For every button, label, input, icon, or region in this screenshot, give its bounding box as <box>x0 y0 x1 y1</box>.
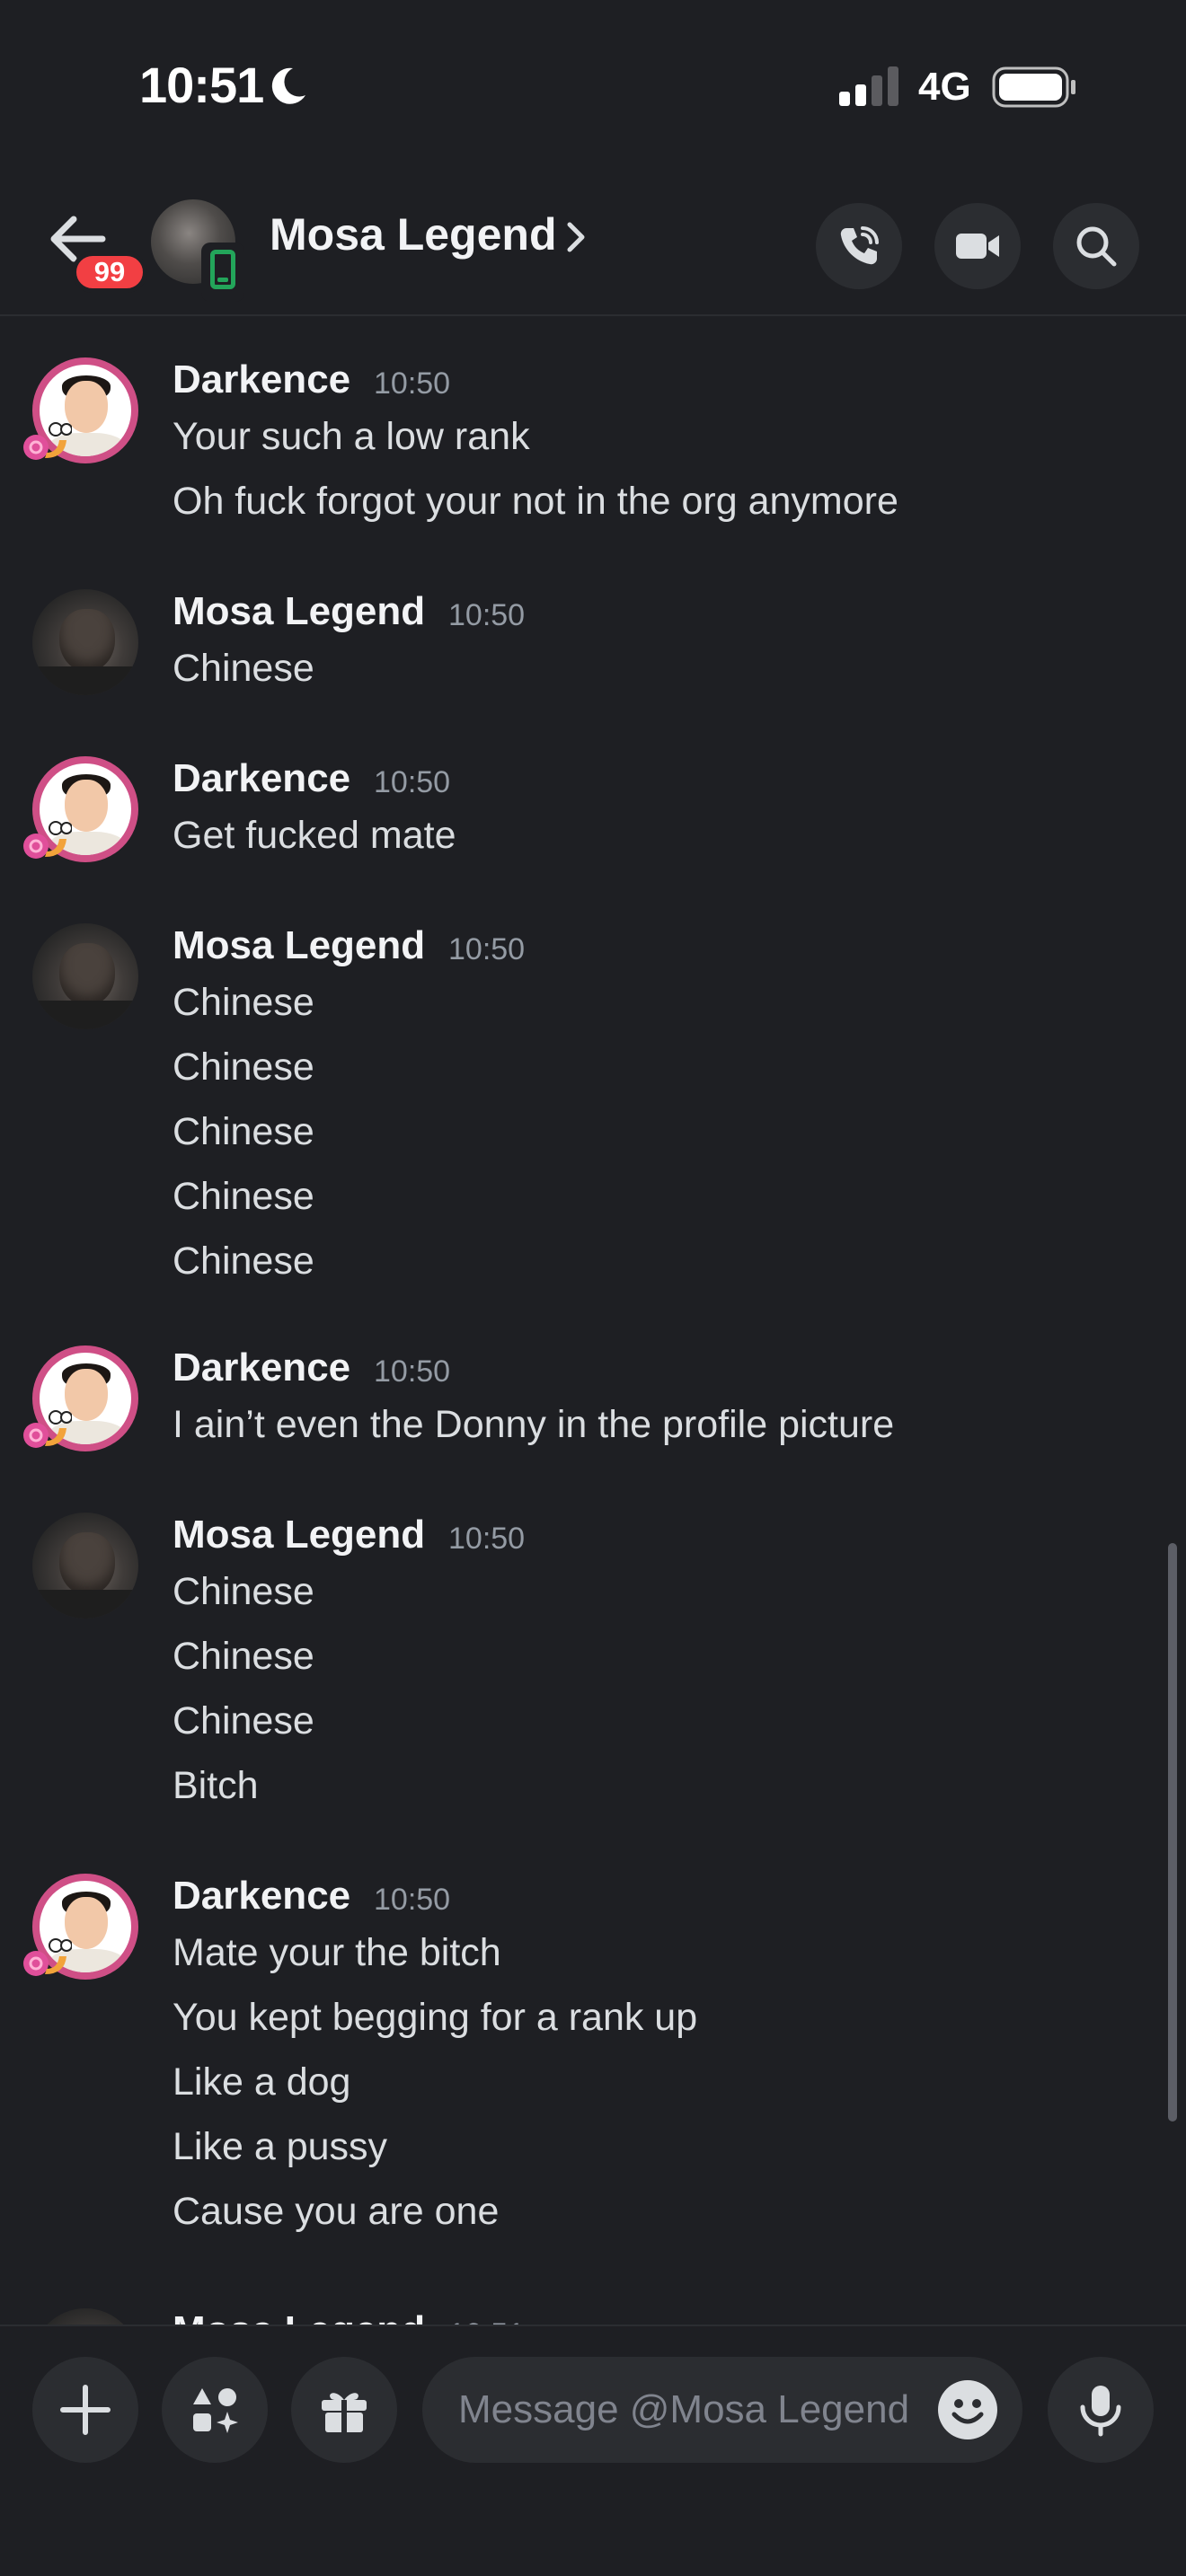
message-timestamp: 10:50 <box>448 598 526 632</box>
phone-call-icon <box>840 226 879 265</box>
avatar[interactable] <box>32 1513 138 1619</box>
message-text[interactable]: Chinese <box>173 1045 314 1090</box>
message-text[interactable]: Chinese <box>173 1635 314 1679</box>
message-input[interactable] <box>458 2357 943 2463</box>
message-author[interactable]: Darkence <box>173 1874 350 1919</box>
chevron-right-icon[interactable] <box>564 217 589 257</box>
message-text[interactable]: Chinese <box>173 647 314 691</box>
message-author[interactable]: Mosa Legend <box>173 589 425 634</box>
message-text[interactable]: Chinese <box>173 981 314 1025</box>
message-text[interactable]: Like a dog <box>173 2060 350 2104</box>
avatar[interactable] <box>32 2308 138 2325</box>
message-timestamp: 10:50 <box>374 1354 451 1389</box>
mobile-phone-icon <box>201 243 244 302</box>
message-timestamp: 10:51 <box>448 2317 525 2325</box>
message-author[interactable]: Mosa Legend <box>173 923 425 968</box>
message-text[interactable]: Chinese <box>173 1699 314 1743</box>
message-text[interactable]: Bitch <box>173 1764 259 1808</box>
message-list[interactable]: Darkence 10:50 Your such a low rank Oh f… <box>0 318 1186 2325</box>
signal-icon <box>839 66 898 106</box>
status-time: 10:51 <box>139 57 264 113</box>
add-attachment-button[interactable] <box>32 2357 138 2463</box>
video-camera-icon <box>956 234 999 259</box>
search-icon <box>1076 226 1117 267</box>
apps-icon <box>193 2388 238 2433</box>
avatar[interactable] <box>32 923 138 1029</box>
gift-icon <box>322 2393 367 2432</box>
message-text[interactable]: Your such a low rank <box>173 415 530 459</box>
voice-message-button[interactable] <box>1048 2357 1154 2463</box>
network-type: 4G <box>918 65 971 109</box>
message-text[interactable]: Oh fuck forgot your not in the org anymo… <box>173 480 898 524</box>
message-text[interactable]: Get fucked mate <box>173 814 456 858</box>
message-text[interactable]: Cause you are one <box>173 2190 499 2234</box>
unread-badge: 99 <box>72 251 147 293</box>
message-text[interactable]: I ain’t even the Donny in the profile pi… <box>173 1403 894 1447</box>
message-text[interactable]: Chinese <box>173 1239 314 1284</box>
message-author[interactable]: Darkence <box>173 1345 350 1390</box>
message-text[interactable]: Chinese <box>173 1570 314 1614</box>
gift-button[interactable] <box>291 2357 397 2463</box>
message-text[interactable]: Chinese <box>173 1110 314 1154</box>
message-text[interactable]: Like a pussy <box>173 2125 387 2169</box>
apps-button[interactable] <box>162 2357 268 2463</box>
message-author[interactable]: Mosa Legend <box>173 1513 425 1557</box>
video-call-button[interactable] <box>934 203 1021 289</box>
moon-icon <box>271 67 305 104</box>
message-timestamp: 10:50 <box>374 765 451 799</box>
search-button[interactable] <box>1053 203 1139 289</box>
message-author[interactable]: Mosa Legend <box>173 2308 425 2325</box>
snail-decoration-icon <box>23 422 72 460</box>
message-composer <box>0 2325 1186 2576</box>
battery-icon <box>992 66 1075 108</box>
status-bar: 10:51 4G <box>0 0 1186 180</box>
message-timestamp: 10:50 <box>374 366 451 401</box>
scrollbar[interactable] <box>1168 1543 1177 2122</box>
dm-header: 99 Mosa Legend <box>0 180 1186 316</box>
call-button[interactable] <box>816 203 902 289</box>
avatar[interactable] <box>32 589 138 695</box>
snail-decoration-icon <box>23 821 72 859</box>
message-timestamp: 10:50 <box>448 932 526 966</box>
message-input-wrapper <box>422 2357 1022 2463</box>
message-text[interactable]: Mate your the bitch <box>173 1931 501 1975</box>
snail-decoration-icon <box>23 1410 72 1448</box>
message-text[interactable]: You kept begging for a rank up <box>173 1996 697 2040</box>
message-timestamp: 10:50 <box>374 1883 451 1917</box>
plus-icon <box>60 2385 111 2435</box>
page-title[interactable]: Mosa Legend <box>270 208 556 260</box>
message-author[interactable]: Darkence <box>173 357 350 402</box>
microphone-icon <box>1080 2386 1121 2437</box>
message-author[interactable]: Darkence <box>173 756 350 801</box>
message-timestamp: 10:50 <box>448 1522 526 1556</box>
emoji-face-icon <box>951 2399 984 2424</box>
snail-decoration-icon <box>23 1938 72 1976</box>
message-text[interactable]: Chinese <box>173 1175 314 1219</box>
emoji-icon[interactable] <box>938 2380 997 2439</box>
